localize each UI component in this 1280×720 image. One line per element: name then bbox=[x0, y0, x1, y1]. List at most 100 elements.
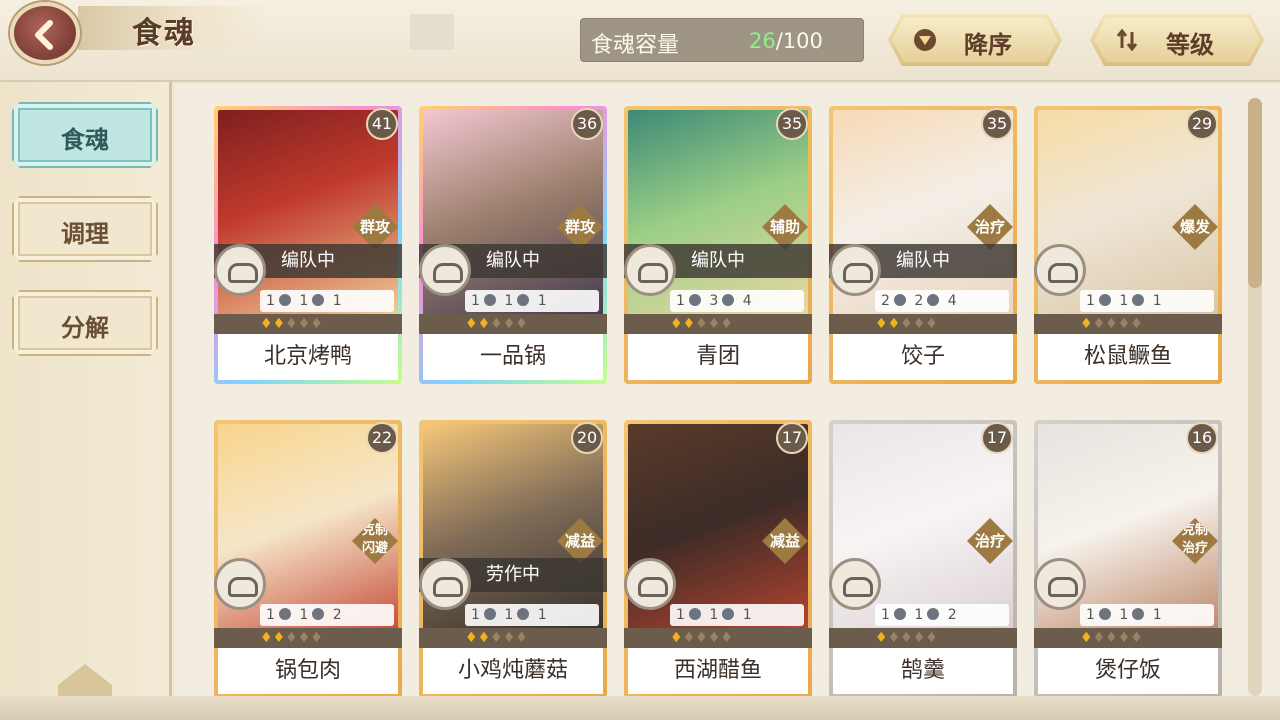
capacity-panel: 食魂容量 26/100 bbox=[580, 18, 864, 62]
flame-empty-icon: ♦ bbox=[502, 316, 516, 332]
food-soul-card[interactable]: 16 克制 治疗 1 1 1 ♦♦♦♦♦ 煲仔饭 bbox=[1034, 420, 1222, 698]
skill-1-icon bbox=[1098, 608, 1111, 620]
skill-3-level: 4 bbox=[947, 293, 957, 309]
flame-empty-icon: ♦ bbox=[720, 316, 733, 332]
skill-1-icon bbox=[688, 608, 701, 620]
flame-rating: ♦♦♦♦♦ bbox=[419, 314, 607, 334]
bowl-icon bbox=[624, 244, 676, 296]
skill-2-icon bbox=[517, 608, 530, 620]
flame-empty-icon: ♦ bbox=[720, 630, 733, 646]
flame-empty-icon: ♦ bbox=[912, 316, 926, 332]
skill-1-icon bbox=[483, 294, 496, 306]
card-name: 青团 bbox=[628, 334, 808, 380]
skill-2-level: 3 bbox=[709, 293, 719, 309]
skill-1-level: 2 bbox=[881, 293, 890, 309]
flame-empty-icon: ♦ bbox=[707, 630, 721, 646]
skill-2-icon bbox=[312, 608, 325, 620]
flame-rating: ♦♦♦♦♦ bbox=[1034, 628, 1222, 648]
skill-3-level: 2 bbox=[947, 607, 957, 623]
flame-icon: ♦ bbox=[272, 630, 286, 646]
flame-empty-icon: ♦ bbox=[310, 316, 323, 332]
skill-3-level: 1 bbox=[1152, 607, 1162, 623]
scrollbar-thumb[interactable] bbox=[1248, 98, 1262, 288]
card-name: 小鸡炖蘑菇 bbox=[423, 648, 603, 694]
skill-levels: 1 1 1 bbox=[1080, 604, 1214, 626]
food-soul-card[interactable]: 29 爆发 1 1 1 ♦♦♦♦♦ 松鼠鳜鱼 bbox=[1034, 106, 1222, 384]
flame-empty-icon: ♦ bbox=[310, 630, 323, 646]
flame-empty-icon: ♦ bbox=[1130, 316, 1143, 332]
flame-icon: ♦ bbox=[670, 630, 683, 646]
flame-empty-icon: ♦ bbox=[695, 630, 708, 646]
skill-1-level: 1 bbox=[471, 607, 480, 623]
food-soul-card[interactable]: 17 减益 1 1 1 ♦♦♦♦♦ 西湖醋鱼 bbox=[624, 420, 812, 698]
skill-2-icon bbox=[517, 294, 530, 306]
flame-icon: ♦ bbox=[670, 316, 683, 332]
bowl-icon bbox=[829, 244, 881, 296]
bowl-icon bbox=[1034, 558, 1086, 610]
flame-rating: ♦♦♦♦♦ bbox=[214, 314, 402, 334]
skill-2-icon bbox=[722, 608, 735, 620]
flame-icon: ♦ bbox=[260, 316, 273, 332]
skill-1-level: 1 bbox=[1086, 293, 1095, 309]
bowl-icon bbox=[214, 558, 266, 610]
flame-empty-icon: ♦ bbox=[912, 630, 926, 646]
bowl-icon bbox=[419, 558, 471, 610]
card-name: 锅包肉 bbox=[218, 648, 398, 694]
food-soul-card[interactable]: 17 治疗 1 1 2 ♦♦♦♦♦ 鹄羹 bbox=[829, 420, 1017, 698]
level-badge: 20 bbox=[571, 422, 603, 454]
food-soul-card[interactable]: 35 治疗 编队中 2 2 4 ♦♦♦♦♦ 饺子 bbox=[829, 106, 1017, 384]
placeholder-box bbox=[410, 14, 454, 50]
skill-3-level: 1 bbox=[537, 293, 547, 309]
sidebar-item-cultivate[interactable]: 调理 bbox=[12, 196, 158, 262]
skill-levels: 1 1 2 bbox=[875, 604, 1009, 626]
skill-levels: 1 3 4 bbox=[670, 290, 804, 312]
skill-2-level: 1 bbox=[504, 293, 514, 309]
card-name: 鹄羹 bbox=[833, 648, 1013, 694]
flame-rating: ♦♦♦♦♦ bbox=[829, 628, 1017, 648]
sidebar-item-decompose[interactable]: 分解 bbox=[12, 290, 158, 356]
level-badge: 36 bbox=[571, 108, 603, 140]
food-soul-card[interactable]: 22 克制 闪避 1 1 2 ♦♦♦♦♦ 锅包肉 bbox=[214, 420, 402, 698]
level-badge: 41 bbox=[366, 108, 398, 140]
skill-2-icon bbox=[927, 608, 940, 620]
flame-rating: ♦♦♦♦♦ bbox=[829, 314, 1017, 334]
flame-rating: ♦♦♦♦♦ bbox=[624, 314, 812, 334]
sort-order-label: 降序 bbox=[964, 31, 1012, 59]
bowl-icon bbox=[1034, 244, 1086, 296]
flame-empty-icon: ♦ bbox=[887, 630, 901, 646]
skill-2-icon bbox=[1132, 608, 1145, 620]
sidebar: 食魂 调理 分解 bbox=[0, 82, 172, 720]
page-title: 食魂 bbox=[132, 16, 196, 51]
flame-empty-icon: ♦ bbox=[682, 630, 696, 646]
skill-2-level: 1 bbox=[914, 607, 924, 623]
skill-1-level: 1 bbox=[676, 607, 685, 623]
flame-empty-icon: ♦ bbox=[285, 316, 298, 332]
food-soul-card[interactable]: 35 辅助 编队中 1 3 4 ♦♦♦♦♦ 青团 bbox=[624, 106, 812, 384]
skill-levels: 1 1 1 bbox=[465, 604, 599, 626]
sort-key-button[interactable]: 等级 bbox=[1090, 14, 1264, 66]
skill-levels: 1 1 1 bbox=[260, 290, 394, 312]
level-badge: 29 bbox=[1186, 108, 1218, 140]
skill-2-level: 1 bbox=[1119, 607, 1129, 623]
skill-2-level: 1 bbox=[299, 607, 309, 623]
food-soul-card[interactable]: 41 群攻 编队中 1 1 1 ♦♦♦♦♦ 北京烤鸭 bbox=[214, 106, 402, 384]
sidebar-item-food-souls[interactable]: 食魂 bbox=[12, 102, 158, 168]
skill-2-icon bbox=[312, 294, 325, 306]
card-name: 松鼠鳜鱼 bbox=[1038, 334, 1218, 380]
skill-levels: 2 2 4 bbox=[875, 290, 1009, 312]
sort-order-button[interactable]: 降序 bbox=[888, 14, 1062, 66]
flame-icon: ♦ bbox=[1080, 316, 1093, 332]
flame-empty-icon: ♦ bbox=[925, 630, 938, 646]
flame-empty-icon: ♦ bbox=[1130, 630, 1143, 646]
flame-rating: ♦♦♦♦♦ bbox=[214, 628, 402, 648]
card-name: 煲仔饭 bbox=[1038, 648, 1218, 694]
back-button[interactable] bbox=[10, 2, 80, 64]
food-soul-card[interactable]: 20 减益 劳作中 1 1 1 ♦♦♦♦♦ 小鸡炖蘑菇 bbox=[419, 420, 607, 698]
flame-empty-icon: ♦ bbox=[285, 630, 298, 646]
food-soul-card[interactable]: 36 群攻 编队中 1 1 1 ♦♦♦♦♦ 一品锅 bbox=[419, 106, 607, 384]
flame-rating: ♦♦♦♦♦ bbox=[1034, 314, 1222, 334]
flame-rating: ♦♦♦♦♦ bbox=[624, 628, 812, 648]
skill-1-icon bbox=[483, 608, 496, 620]
flame-empty-icon: ♦ bbox=[515, 630, 528, 646]
skill-2-icon bbox=[927, 294, 940, 306]
